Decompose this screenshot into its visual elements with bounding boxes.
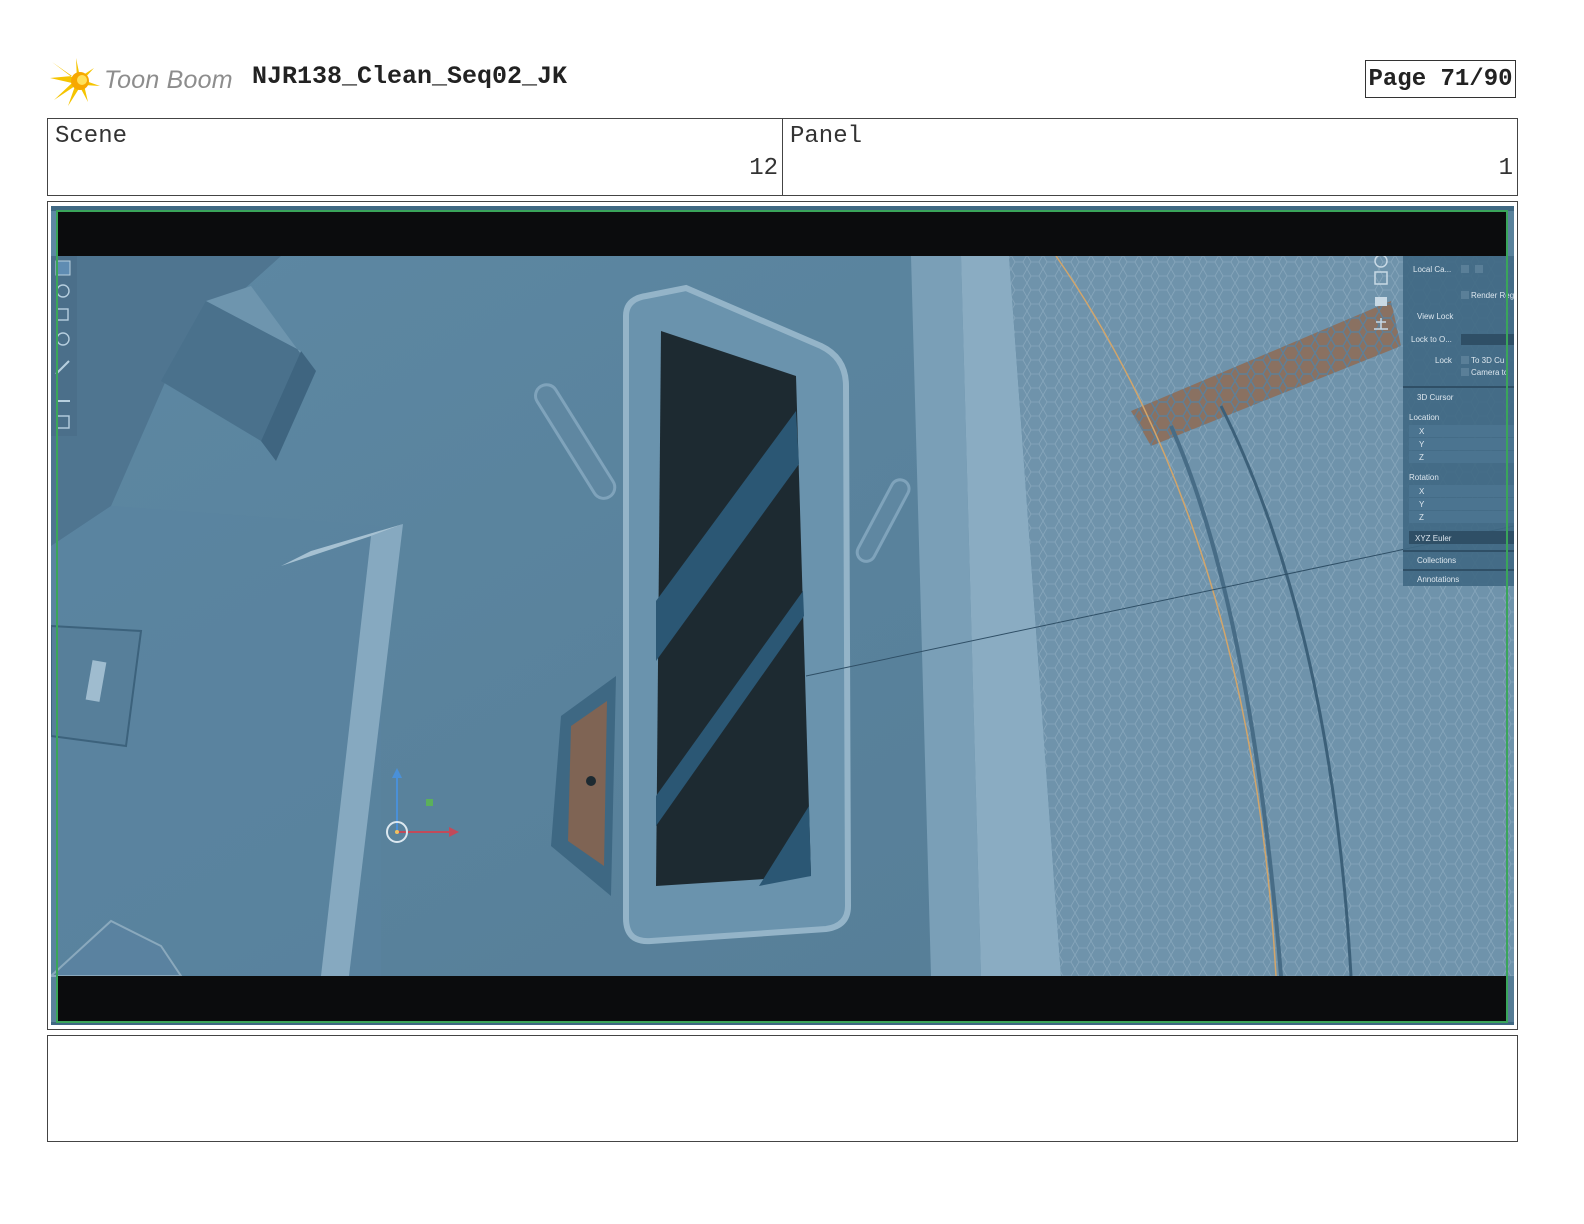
scene-label: Scene: [55, 123, 128, 150]
storyboard-panel-image: Local Ca... Render Reg View Lock Lock to…: [47, 201, 1518, 1030]
location-z-field[interactable]: [1409, 451, 1514, 463]
move-tool-icon[interactable]: [55, 260, 71, 276]
left-toolbar[interactable]: [51, 256, 77, 436]
properties-sidebar: Local Ca... Render Reg View Lock Lock to…: [1403, 256, 1514, 586]
panel-number: 1: [1498, 155, 1513, 182]
page-number: Page 71/90: [1365, 60, 1516, 98]
viewport-render: Local Ca... Render Reg View Lock Lock to…: [51, 206, 1514, 1025]
location-x-label: X: [1419, 427, 1425, 436]
render-region-checkbox[interactable]: [1461, 291, 1469, 299]
rotation-label: Rotation: [1409, 473, 1439, 482]
local-camera-checkbox[interactable]: [1461, 265, 1469, 273]
logo-wordmark: Toon Boom: [104, 66, 233, 94]
3d-cursor-header[interactable]: 3D Cursor: [1417, 393, 1454, 402]
location-z-label: Z: [1419, 453, 1424, 462]
rotation-x-field[interactable]: [1409, 485, 1514, 497]
collections-header[interactable]: Collections: [1417, 556, 1456, 565]
to-3d-cursor-label: To 3D Cu: [1471, 356, 1504, 365]
rotation-z-label: Z: [1419, 513, 1424, 522]
gizmo-y-handle: [426, 799, 433, 806]
scene-number: 12: [749, 155, 778, 182]
panel-cell: Panel 1: [783, 119, 1517, 195]
euler-label: XYZ Euler: [1415, 534, 1452, 543]
rotation-x-label: X: [1419, 487, 1425, 496]
panel-notes: [47, 1035, 1518, 1142]
location-y-field[interactable]: [1409, 438, 1514, 450]
local-camera-label: Local Ca...: [1413, 265, 1451, 274]
location-y-label: Y: [1419, 440, 1425, 449]
toon-boom-logo: Toon Boom: [50, 54, 240, 108]
rotation-y-field[interactable]: [1409, 498, 1514, 510]
camera-to-checkbox[interactable]: [1461, 368, 1469, 376]
scene-cell: Scene 12: [48, 119, 783, 195]
starburst-logo-icon: [50, 58, 100, 106]
view-lock-header[interactable]: View Lock: [1417, 312, 1454, 321]
lock-label: Lock: [1435, 356, 1453, 365]
scene-panel-info: Scene 12 Panel 1: [47, 118, 1518, 196]
lock-to-label: Lock to O...: [1411, 335, 1452, 344]
location-x-field[interactable]: [1409, 425, 1514, 437]
door-knob: [586, 776, 596, 786]
rotation-y-label: Y: [1419, 500, 1425, 509]
rotation-z-field[interactable]: [1409, 511, 1514, 523]
camera-view-icon[interactable]: [1375, 297, 1387, 306]
panel-label: Panel: [790, 123, 863, 150]
location-label: Location: [1409, 413, 1439, 422]
document-title: NJR138_Clean_Seq02_JK: [252, 62, 568, 91]
annotations-header[interactable]: Annotations: [1417, 575, 1459, 584]
to-3d-cursor-checkbox[interactable]: [1461, 356, 1469, 364]
letterbox-bottom: [57, 976, 1507, 1022]
camera-to-label: Camera to: [1471, 368, 1509, 377]
letterbox-top: [57, 211, 1507, 256]
